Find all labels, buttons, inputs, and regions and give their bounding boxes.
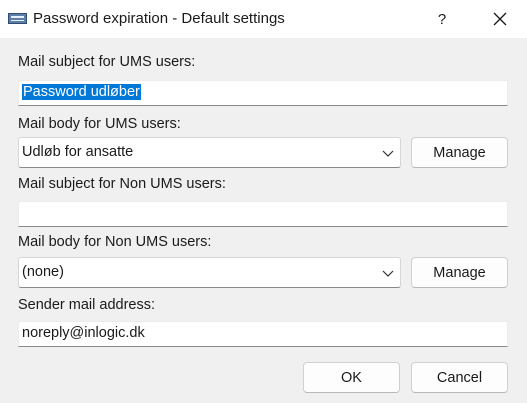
help-icon: ? <box>437 10 447 28</box>
close-button[interactable] <box>475 0 525 38</box>
ums-subject-input[interactable]: Password udløber <box>18 80 508 106</box>
chevron-down-icon <box>382 270 394 277</box>
ums-body-selected: Udløb for ansatte <box>22 144 134 160</box>
non-ums-body-selected: (none) <box>22 264 64 280</box>
ums-body-label: Mail body for UMS users: <box>18 116 181 132</box>
manage-non-ums-body-button[interactable]: Manage <box>411 257 508 288</box>
non-ums-subject-label: Mail subject for Non UMS users: <box>18 176 226 192</box>
close-icon <box>493 12 507 26</box>
non-ums-subject-input[interactable] <box>18 201 508 227</box>
ok-button[interactable]: OK <box>303 362 400 393</box>
help-button[interactable]: ? <box>417 0 467 38</box>
title-bar: Password expiration - Default settings ? <box>0 0 527 38</box>
manage-ums-body-button[interactable]: Manage <box>411 137 508 168</box>
cancel-button[interactable]: Cancel <box>411 362 508 393</box>
non-ums-body-dropdown[interactable]: (none) <box>18 257 401 288</box>
ums-body-dropdown[interactable]: Udløb for ansatte <box>18 137 401 168</box>
chevron-down-icon <box>382 150 394 157</box>
app-icon <box>8 13 27 24</box>
window-title: Password expiration - Default settings <box>33 10 285 27</box>
sender-label: Sender mail address: <box>18 297 156 313</box>
non-ums-body-label: Mail body for Non UMS users: <box>18 234 212 250</box>
ums-subject-value: Password udløber <box>22 84 141 100</box>
sender-email-input[interactable]: noreply@inlogic.dk <box>18 321 508 347</box>
ums-subject-label: Mail subject for UMS users: <box>18 54 196 70</box>
